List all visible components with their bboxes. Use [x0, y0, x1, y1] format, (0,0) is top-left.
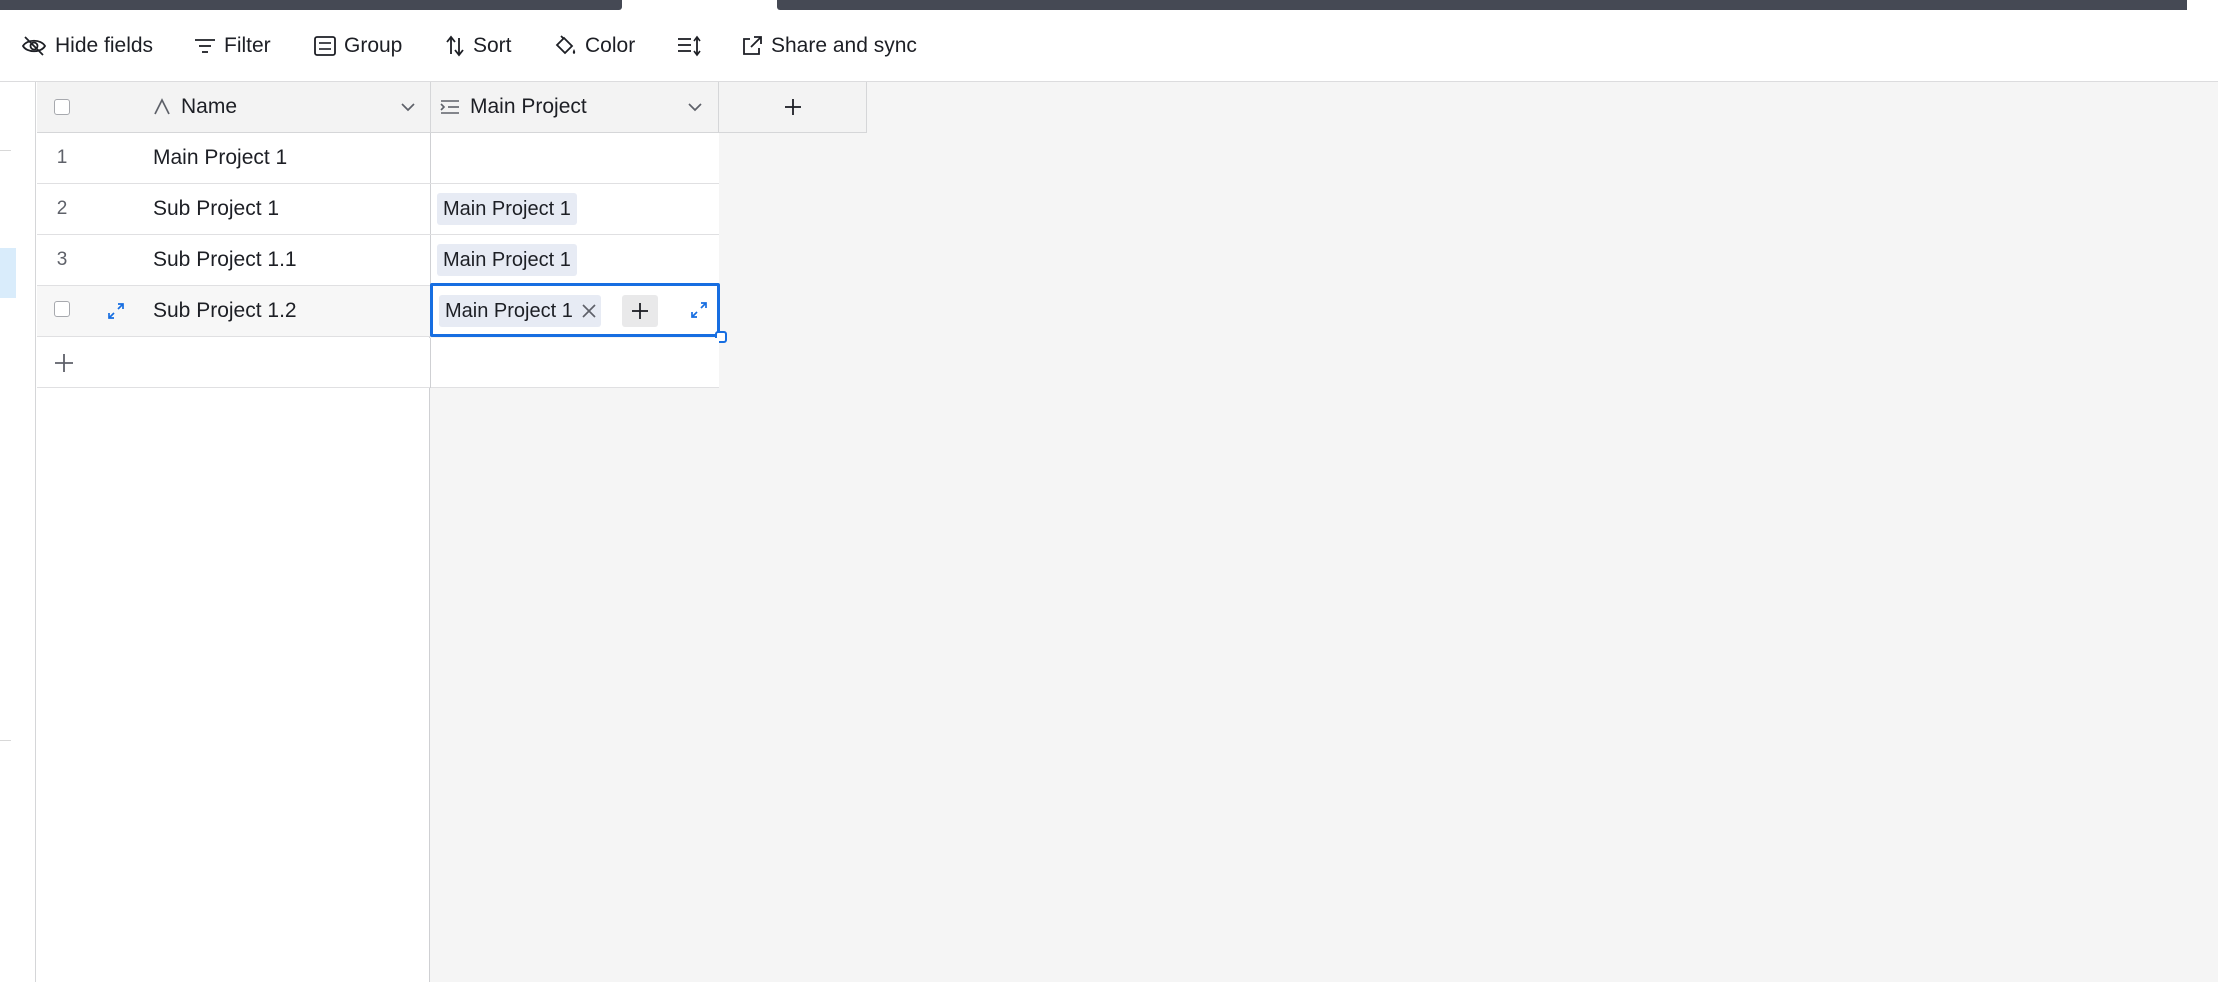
eye-off-icon	[21, 36, 47, 56]
share-sync-button[interactable]: Share and sync	[741, 29, 917, 63]
close-icon	[582, 304, 596, 318]
tab-strip	[0, 0, 2218, 11]
linked-record-chip[interactable]: Main Project 1	[439, 295, 601, 327]
row-number: 2	[56, 198, 68, 219]
tab-active[interactable]	[626, 0, 774, 10]
cell-divider	[430, 338, 431, 388]
row-number: 1	[56, 147, 68, 168]
gutter-divider	[0, 150, 11, 151]
share-sync-label: Share and sync	[771, 34, 917, 57]
active-main-project-cell[interactable]: Main Project 1	[430, 283, 727, 343]
table-row[interactable]: 3 Sub Project 1.1 Main Project 1	[37, 235, 719, 286]
plus-icon	[785, 99, 801, 115]
sort-button[interactable]: Sort	[445, 29, 512, 63]
sort-label: Sort	[473, 34, 512, 57]
tab-inactive-left[interactable]	[0, 0, 622, 10]
tab-inactive-right[interactable]	[777, 0, 2187, 10]
linked-record-chip[interactable]: Main Project 1	[437, 244, 577, 276]
column-header-main-project[interactable]: Main Project	[440, 82, 700, 132]
text-field-icon	[154, 98, 170, 115]
group-icon	[314, 36, 336, 56]
main-project-cell[interactable]	[431, 133, 719, 183]
column-header-name-label: Name	[181, 95, 238, 118]
filter-label: Filter	[224, 34, 271, 57]
sidebar-gutter	[0, 82, 36, 982]
main-project-cell[interactable]: Main Project 1	[431, 235, 719, 285]
chevron-down-icon[interactable]	[400, 102, 416, 112]
group-button[interactable]: Group	[314, 29, 402, 63]
linked-record-chip-label: Main Project 1	[445, 299, 573, 322]
gutter-divider	[0, 740, 11, 741]
name-cell[interactable]: Main Project 1	[153, 133, 287, 183]
view-toolbar: Hide fields Filter Group Sort Color Shar…	[0, 11, 2218, 82]
column-header-name[interactable]: Name	[153, 82, 433, 132]
expand-cell-icon[interactable]	[689, 300, 709, 320]
gutter-selection	[0, 248, 16, 298]
remove-link-button[interactable]	[581, 303, 597, 319]
group-label: Group	[344, 34, 403, 57]
hide-fields-button[interactable]: Hide fields	[21, 29, 153, 63]
filter-button[interactable]: Filter	[194, 29, 271, 63]
table-row[interactable]: 1 Main Project 1	[37, 133, 719, 184]
table-row[interactable]: 2 Sub Project 1 Main Project 1	[37, 184, 719, 235]
color-label: Color	[585, 34, 636, 57]
column-divider	[430, 82, 431, 132]
row-height-button[interactable]	[677, 29, 709, 63]
sort-icon	[446, 35, 464, 57]
linked-record-icon	[440, 100, 459, 114]
filter-icon	[195, 39, 215, 53]
row-number: 3	[56, 249, 68, 270]
expand-record-icon[interactable]	[106, 301, 126, 321]
column-divider	[866, 82, 867, 132]
name-cell[interactable]: Sub Project 1	[153, 184, 279, 234]
external-link-icon	[743, 36, 762, 55]
main-project-cell[interactable]: Main Project 1	[431, 184, 719, 234]
column-header-main-project-label: Main Project	[470, 95, 587, 118]
plus-icon[interactable]	[53, 352, 75, 374]
app-root: Hide fields Filter Group Sort Color Shar…	[0, 0, 2218, 982]
add-row[interactable]	[37, 338, 719, 388]
paint-bucket-icon	[555, 35, 576, 55]
add-linked-record-button[interactable]	[622, 295, 658, 327]
add-field-button[interactable]	[719, 82, 867, 132]
color-button[interactable]: Color	[553, 29, 635, 63]
select-all-checkbox[interactable]	[54, 99, 70, 115]
plus-icon	[632, 303, 648, 319]
name-cell[interactable]: Sub Project 1.2	[153, 286, 297, 336]
hide-fields-label: Hide fields	[55, 34, 154, 57]
name-cell[interactable]: Sub Project 1.1	[153, 235, 297, 285]
row-height-icon	[678, 35, 701, 57]
linked-record-chip[interactable]: Main Project 1	[437, 193, 577, 225]
row-checkbox[interactable]	[54, 301, 70, 317]
chevron-down-icon[interactable]	[687, 102, 703, 112]
grid-header: Name Main Project	[37, 82, 867, 133]
